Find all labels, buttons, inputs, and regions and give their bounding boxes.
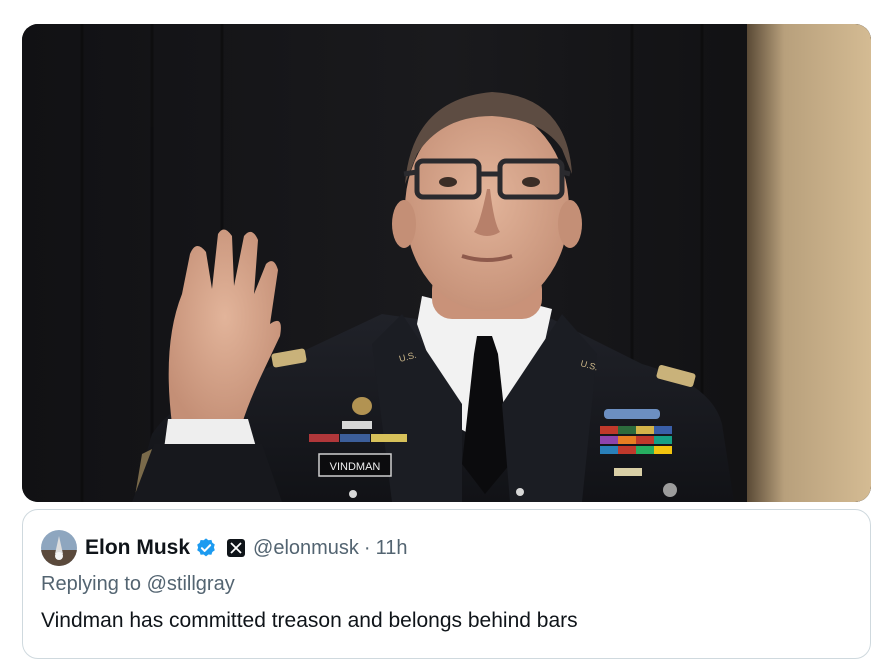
photo-officer-sworn-in: U.S. U.S. VINDMAN: [22, 24, 871, 502]
quoted-post-header: Elon Musk @elonmusk · 11h: [41, 530, 407, 566]
nameplate: VINDMAN: [330, 461, 381, 473]
x-logo-icon: [227, 539, 246, 557]
author-handle[interactable]: @elonmusk: [253, 537, 359, 560]
post-timestamp[interactable]: 11h: [376, 537, 408, 560]
avatar-image: [41, 530, 77, 566]
quoted-post-card[interactable]: Elon Musk @elonmusk · 11h Replying to @s…: [22, 509, 871, 659]
post-text: Vindman has committed treason and belong…: [41, 609, 578, 632]
post-image[interactable]: U.S. U.S. VINDMAN: [22, 24, 871, 502]
replying-to[interactable]: Replying to @stillgray: [41, 573, 235, 596]
verified-badge-icon: [197, 538, 215, 557]
separator-dot: ·: [363, 536, 371, 559]
avatar[interactable]: [41, 530, 77, 566]
author-name[interactable]: Elon Musk: [85, 536, 190, 560]
